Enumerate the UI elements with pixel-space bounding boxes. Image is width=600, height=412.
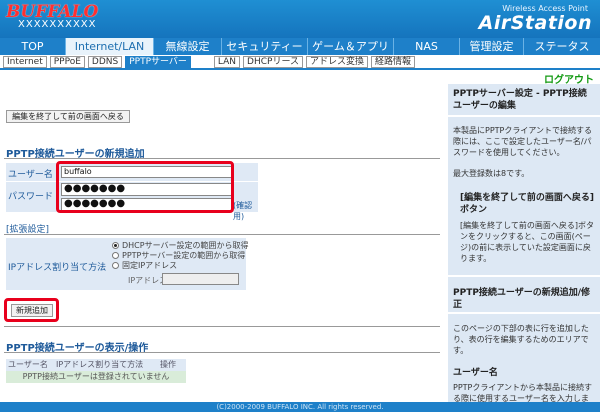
subtab-pptp-server[interactable]: PPTPサーバー xyxy=(125,56,191,68)
radio-pptp-icon[interactable] xyxy=(112,252,119,259)
header: BUFFALO XXXXXXXXXX Wireless Access Point… xyxy=(0,0,600,38)
highlight-add-button xyxy=(4,298,59,322)
tab-wireless[interactable]: 無線設定 xyxy=(154,38,222,55)
col-username: ユーザー名 xyxy=(8,360,48,369)
help-title-1: PPTPサーバー設定 - PPTP接続ユーザーの編集 xyxy=(453,89,587,111)
subtab-internet[interactable]: Internet xyxy=(3,56,47,68)
radio-static[interactable]: 固定IPアドレス xyxy=(112,260,177,271)
model-name: XXXXXXXXXX xyxy=(18,19,97,30)
help-pane: PPTPサーバー設定 - PPTP接続ユーザーの編集 本製品にPPTPクライアン… xyxy=(448,84,600,402)
tab-security[interactable]: セキュリティー xyxy=(222,38,308,55)
tab-nas[interactable]: NAS xyxy=(394,38,460,55)
password-label: パスワード xyxy=(8,192,54,202)
help-text-4: このページの下部の表に行を追加したり、表の行を編集するためのエリアです。 xyxy=(453,324,589,355)
username-label: ユーザー名 xyxy=(8,170,53,180)
subtab-ddns[interactable]: DDNS xyxy=(87,56,123,68)
tab-admin[interactable]: 管理設定 xyxy=(460,38,524,55)
col-action: 操作 xyxy=(160,360,176,369)
col-ip-method: IPアドレス割り当て方法 xyxy=(56,360,144,369)
highlight-credentials xyxy=(56,161,234,213)
radio-dhcp-icon[interactable] xyxy=(112,242,119,249)
confirm-label: (確認用) xyxy=(233,201,253,221)
help-text-1: 本製品にPPTPクライアントで接続する際には、ここで設定したユーザー名/パスワー… xyxy=(453,126,593,157)
back-button[interactable]: 編集を終了して前の画面へ戻る xyxy=(6,110,130,123)
tab-internet-lan[interactable]: Internet/LAN xyxy=(66,38,154,55)
help-text-2: 最大登録数は8です。 xyxy=(453,169,530,178)
tab-game-apps[interactable]: ゲーム＆アプリ xyxy=(308,38,394,55)
tab-top[interactable]: TOP xyxy=(0,38,66,55)
main-nav: TOP Internet/LAN 無線設定 セキュリティー ゲーム＆アプリ NA… xyxy=(0,38,600,55)
help-title-2: [編集を終了して前の画面へ戻る]ボタン xyxy=(460,193,594,215)
help-title-4: ユーザー名 xyxy=(453,368,498,378)
subtab-nat[interactable]: アドレス変換 xyxy=(306,56,369,68)
help-text-5: PPTPクライアントから本製品に接続する際に使用するユーザー名を入力します xyxy=(453,383,593,402)
footer-copyright: (C)2000-2009 BUFFALO INC. All rights res… xyxy=(0,402,600,412)
user-table-header: ユーザー名 IPアドレス割り当て方法 操作 xyxy=(6,359,186,371)
help-text-3: [編集を終了して前の画面へ戻る]ボタンをクリックすると、この画面(ページ)の前に… xyxy=(460,221,595,263)
tab-status[interactable]: ステータス xyxy=(524,38,600,55)
subtab-lan[interactable]: LAN xyxy=(213,56,241,68)
table-empty-message: PPTP接続ユーザーは登録されていません xyxy=(6,371,186,383)
ip-address-input[interactable] xyxy=(162,273,239,285)
subtab-pppoe[interactable]: PPPoE xyxy=(49,56,85,68)
sub-nav: Internet PPPoE DDNS PPTPサーバー LAN DHCPリース… xyxy=(0,56,600,70)
subtab-dhcp-lease[interactable]: DHCPリース xyxy=(243,56,304,68)
main-content: 編集を終了して前の画面へ戻る PPTP接続ユーザーの新規追加 ユーザー名 buf… xyxy=(0,84,446,402)
ip-method-label: IPアドレス割り当て方法 xyxy=(8,263,107,273)
radio-static-icon[interactable] xyxy=(112,262,119,269)
help-title-3: PPTP接続ユーザーの新規追加/修正 xyxy=(453,288,591,310)
airstation-logo: AirStation xyxy=(478,12,592,34)
subtab-routing[interactable]: 経路情報 xyxy=(371,56,416,68)
